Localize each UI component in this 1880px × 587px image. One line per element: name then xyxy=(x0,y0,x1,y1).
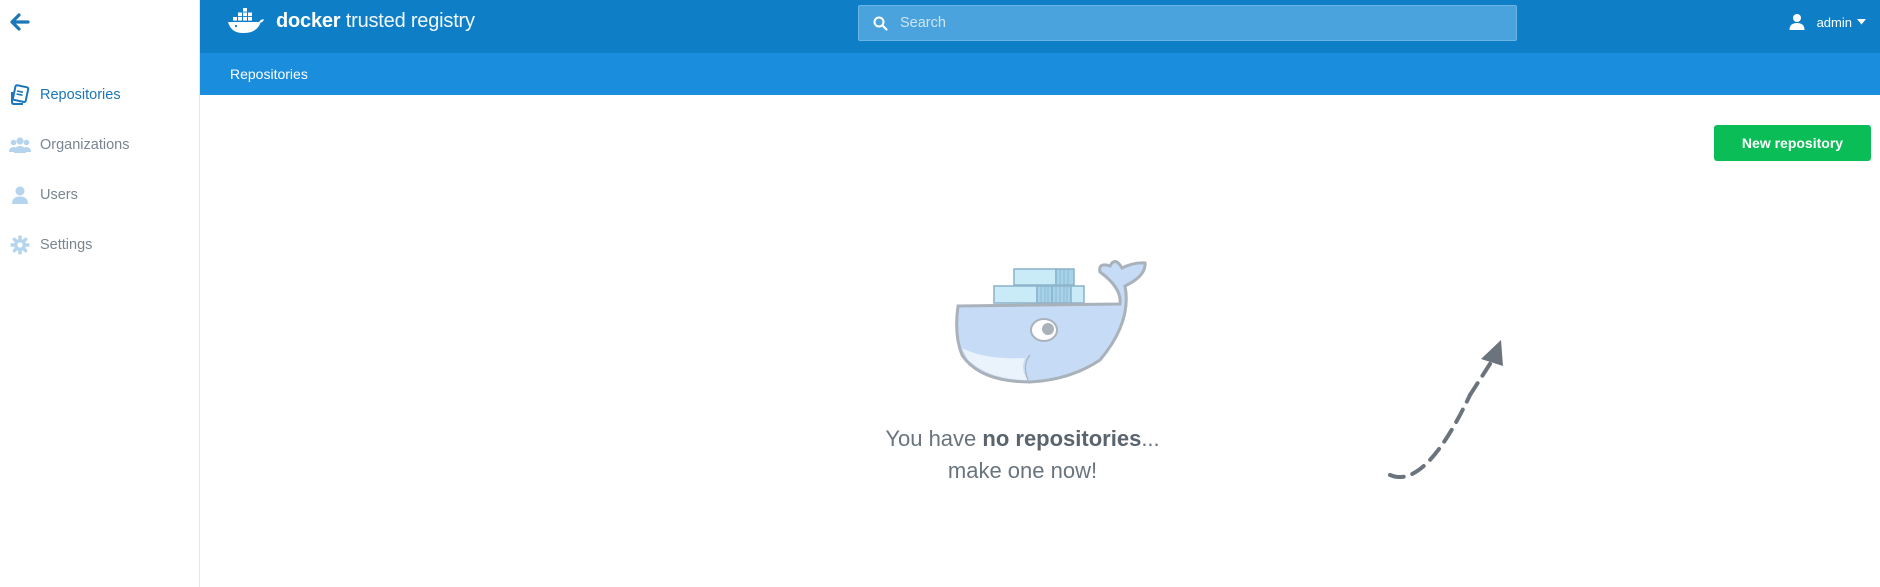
app-root: Repositories Organizations Users Setting… xyxy=(0,0,1880,587)
book-stack-icon xyxy=(8,83,32,107)
users-group-icon xyxy=(8,133,32,157)
sidebar-item-label: Users xyxy=(40,187,78,203)
empty-state-line-1: You have no repositories... xyxy=(885,426,1160,451)
top-bar: docker trusted registry admin xyxy=(200,0,1880,53)
caret-down-icon xyxy=(1857,19,1866,25)
sidebar-nav: Repositories Organizations Users Setting… xyxy=(0,70,200,270)
breadcrumb[interactable]: Repositories xyxy=(230,66,308,82)
sidebar-item-settings[interactable]: Settings xyxy=(0,220,200,270)
search-icon xyxy=(873,16,888,31)
new-repository-button[interactable]: New repository xyxy=(1714,125,1871,161)
empty-state-message: You have no repositories... make one now… xyxy=(840,423,1205,487)
docker-whale-icon xyxy=(228,8,264,33)
brand-name: docker trusted registry xyxy=(276,9,475,32)
user-icon xyxy=(8,183,32,207)
sidebar-item-label: Settings xyxy=(40,237,93,253)
back-button[interactable] xyxy=(8,10,32,34)
sidebar-item-label: Repositories xyxy=(40,87,121,103)
username: admin xyxy=(1816,14,1852,30)
sidebar-item-organizations[interactable]: Organizations xyxy=(0,120,200,170)
search-input[interactable] xyxy=(900,15,1500,31)
sidebar: Repositories Organizations Users Setting… xyxy=(0,0,200,587)
user-icon xyxy=(1789,14,1805,30)
gear-icon xyxy=(8,233,32,257)
dashed-arrow-icon xyxy=(1388,340,1503,479)
user-menu[interactable]: admin xyxy=(1789,10,1866,34)
empty-state-line-2: make one now! xyxy=(947,458,1098,483)
arrow-left-icon xyxy=(10,13,30,31)
docker-whale-illustration xyxy=(955,260,1147,384)
main-content: New repository You have no repositories.… xyxy=(200,95,1880,587)
sidebar-item-label: Organizations xyxy=(40,137,130,153)
breadcrumb-bar: Repositories xyxy=(200,53,1880,95)
sidebar-item-repositories[interactable]: Repositories xyxy=(0,70,200,120)
docker-logo[interactable]: docker trusted registry xyxy=(226,4,475,38)
sidebar-item-users[interactable]: Users xyxy=(0,170,200,220)
search-box[interactable] xyxy=(858,5,1517,41)
